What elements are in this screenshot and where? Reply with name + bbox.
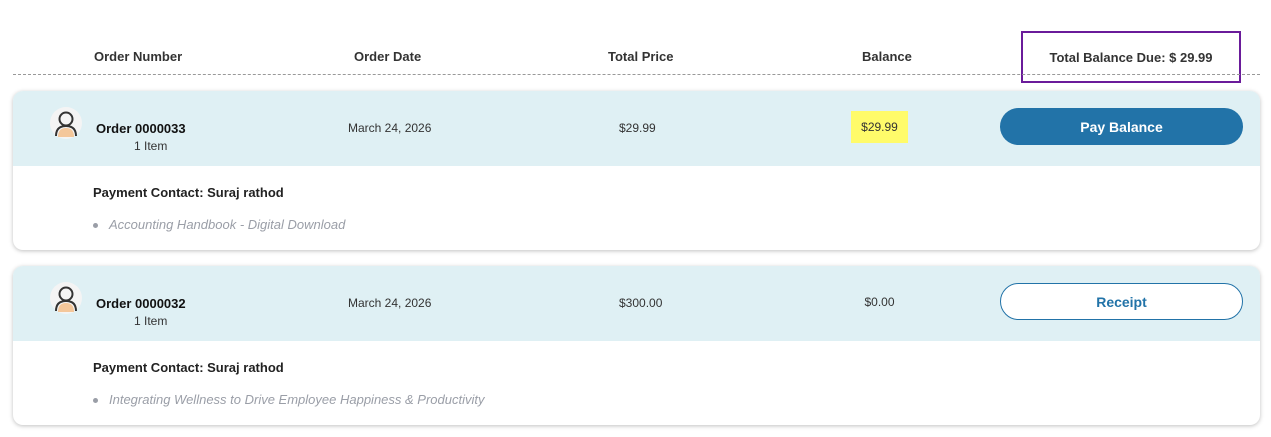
order-date: March 24, 2026 — [348, 296, 432, 310]
receipt-button[interactable]: Receipt — [1000, 283, 1243, 320]
order-balance: $29.99 — [851, 111, 908, 143]
header-balance: Balance — [862, 49, 912, 64]
bullet-icon — [93, 398, 98, 404]
order-total: $29.99 — [619, 121, 656, 135]
item-count: 1 Item — [134, 139, 168, 153]
item-count: 1 Item — [134, 314, 168, 328]
order-card-header: Order 0000033 1 Item March 24, 2026 $29.… — [13, 91, 1260, 166]
order-balance: $0.00 — [864, 295, 895, 309]
order-card-header: Order 0000032 1 Item March 24, 2026 $300… — [13, 266, 1260, 341]
order-number[interactable]: Order 0000033 — [96, 121, 186, 136]
order-date: March 24, 2026 — [348, 121, 432, 135]
orders-table-header: Order Number Order Date Total Price Bala… — [0, 0, 1260, 83]
total-balance-due: Total Balance Due: $ 29.99 — [1021, 31, 1241, 83]
payment-contact: Payment Contact: Suraj rathod — [93, 185, 284, 200]
user-avatar-icon — [50, 282, 82, 314]
user-avatar-icon — [50, 107, 82, 139]
order-total: $300.00 — [619, 296, 663, 310]
order-card: Order 0000032 1 Item March 24, 2026 $300… — [13, 266, 1260, 425]
header-order-number: Order Number — [94, 49, 183, 64]
order-number[interactable]: Order 0000032 — [96, 296, 186, 311]
header-total-price: Total Price — [608, 49, 674, 64]
header-divider — [13, 74, 1260, 75]
product-name: Accounting Handbook - Digital Download — [109, 217, 346, 232]
product-item: Integrating Wellness to Drive Employee H… — [93, 392, 485, 407]
pay-balance-button[interactable]: Pay Balance — [1000, 108, 1243, 145]
order-card: Order 0000033 1 Item March 24, 2026 $29.… — [13, 91, 1260, 250]
header-order-date: Order Date — [354, 49, 422, 64]
product-name: Integrating Wellness to Drive Employee H… — [109, 392, 485, 407]
product-item: Accounting Handbook - Digital Download — [93, 217, 345, 232]
payment-contact: Payment Contact: Suraj rathod — [93, 360, 284, 375]
bullet-icon — [93, 223, 98, 229]
